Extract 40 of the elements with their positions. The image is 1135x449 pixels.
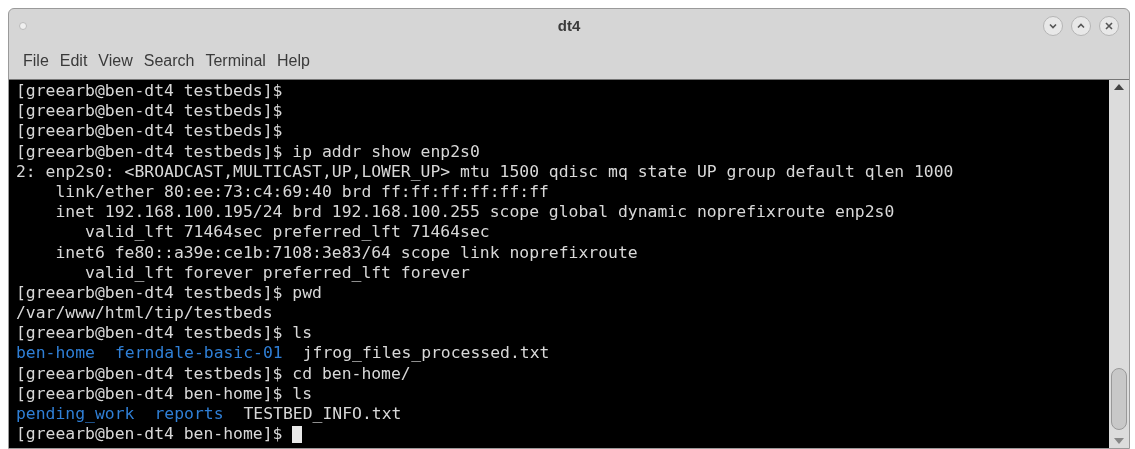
terminal-output[interactable] — [9, 80, 1109, 448]
close-icon — [1104, 21, 1114, 31]
terminal-line: /var/www/html/tip/testbeds — [16, 303, 273, 323]
scrollbar[interactable] — [1109, 80, 1129, 448]
scroll-thumb[interactable] — [1111, 368, 1127, 430]
menu-item[interactable]: Terminal — [205, 49, 266, 73]
maximize-button[interactable] — [1071, 16, 1091, 36]
terminal-line: [greearb@ben-dt4 testbeds]$ — [16, 81, 283, 100]
terminal-line: inet6 fe80::a39e:ce1b:7108:3e83/64 scope link noprefixroute — [54, 242, 638, 262]
menu-item[interactable]: View — [98, 49, 133, 73]
file-name: jfrog_files_processed.txt — [302, 343, 550, 364]
scroll-down-icon[interactable] — [1114, 438, 1124, 444]
window-title: dt4 — [557, 15, 581, 36]
minimize-icon — [1048, 21, 1058, 31]
close-button[interactable] — [1099, 16, 1119, 36]
file-name: TESTBED_INFO.txt — [243, 404, 402, 425]
directory-name: ferndale-basic-01 — [114, 343, 283, 364]
terminal-line: [greearb@ben-dt4 testbeds]$ — [16, 121, 283, 141]
terminal-line: [greearb@ben-dt4 testbeds]$ pwd — [16, 282, 322, 302]
maximize-icon — [1076, 21, 1086, 31]
terminal-line: [greearb@ben-dt4 testbeds]$ ls — [16, 323, 313, 343]
terminal-line: [greearb@ben-dt4 testbeds]$ ip addr show enp2s0 — [16, 141, 480, 161]
terminal-line: 2: enp2s0: <BROADCAST,MULTICAST,UP,LOWER_UP> mtu 1500 qdisc mq state UP group default qlen 1000 — [16, 161, 954, 181]
terminal-line: link/ether 80:ee:73:c4:69:40 brd ff:ff:ff:ff:ff:ff — [54, 181, 549, 201]
minimize-button[interactable] — [1043, 16, 1063, 36]
menu-item[interactable]: Edit — [59, 49, 88, 73]
terminal-line: [greearb@ben-dt4 testbeds]$ cd ben-home/ — [16, 363, 411, 383]
terminal-line: inet 192.168.100.195/24 brd 192.168.100.255 scope global dynamic noprefixroute enp2s0 — [54, 202, 895, 222]
scroll-up-icon[interactable] — [1114, 84, 1124, 90]
terminal-line: valid_lft forever preferred_lft forever — [84, 262, 470, 282]
directory-name: reports — [154, 404, 224, 425]
terminal-line: [greearb@ben-dt4 ben-home]$ ls — [16, 383, 313, 403]
menu-item[interactable]: Help — [276, 49, 310, 73]
terminal-line: [greearb@ben-dt4 testbeds]$ — [16, 101, 283, 121]
terminal-prompt: [greearb@ben-dt4 ben-home]$ — [16, 424, 283, 445]
directory-name: pending_work — [16, 404, 135, 425]
directory-name: ben-home — [16, 343, 95, 364]
terminal-line: valid_lft 71464sec preferred_lft 71464sec — [84, 222, 490, 242]
menu-item[interactable]: Search — [143, 49, 195, 73]
menu-item[interactable]: File — [23, 49, 49, 73]
